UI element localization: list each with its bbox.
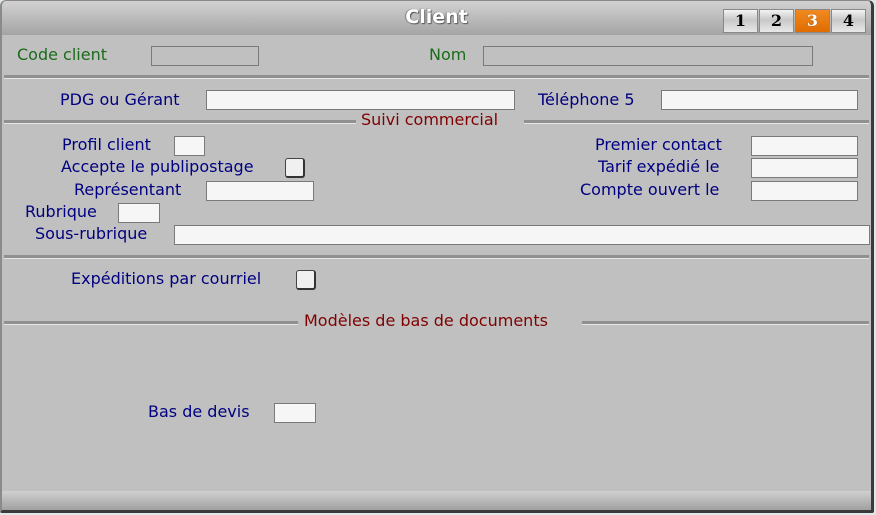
title-bar[interactable]: Client 1 2 3 4 <box>2 1 871 35</box>
tab-3[interactable]: 3 <box>795 9 830 33</box>
tarif-expedie-label: Tarif expédié le <box>598 157 720 176</box>
suivi-commercial-title: Suivi commercial <box>361 110 499 129</box>
compte-ouvert-field[interactable] <box>751 181 858 201</box>
code-client-label: Code client <box>17 45 107 64</box>
nom-field[interactable] <box>483 46 813 66</box>
sous-rubrique-field[interactable] <box>174 225 870 245</box>
compte-ouvert-label: Compte ouvert le <box>580 180 720 199</box>
telephone5-field[interactable] <box>661 90 858 110</box>
bas-devis-label: Bas de devis <box>148 402 250 421</box>
suivi-divider-left <box>4 120 356 124</box>
page-tabs: 1 2 3 4 <box>723 9 866 33</box>
publipostage-checkbox[interactable] <box>285 158 305 178</box>
representant-field[interactable] <box>206 181 314 201</box>
header-divider <box>4 75 869 79</box>
window-footer <box>2 491 871 510</box>
courriel-label: Expéditions par courriel <box>71 269 262 288</box>
profil-client-label: Profil client <box>62 135 151 154</box>
window-title: Client <box>405 6 468 28</box>
nom-label: Nom <box>429 45 467 64</box>
suivi-divider-right <box>524 120 869 124</box>
modeles-title: Modèles de bas de documents <box>304 311 548 330</box>
pdg-field[interactable] <box>206 90 515 110</box>
modeles-divider-right <box>582 321 869 325</box>
code-client-field[interactable] <box>151 46 259 66</box>
courriel-checkbox[interactable] <box>296 270 316 290</box>
rubrique-label: Rubrique <box>25 202 97 221</box>
rubrique-field[interactable] <box>118 203 160 223</box>
bas-devis-field[interactable] <box>274 403 316 423</box>
expeditions-divider <box>4 255 869 259</box>
sous-rubrique-label: Sous-rubrique <box>35 224 148 243</box>
pdg-label: PDG ou Gérant <box>60 90 180 109</box>
premier-contact-label: Premier contact <box>595 135 722 154</box>
modeles-divider-left <box>4 321 298 325</box>
telephone5-label: Téléphone 5 <box>538 90 635 109</box>
premier-contact-field[interactable] <box>751 136 858 156</box>
tab-4[interactable]: 4 <box>831 9 866 33</box>
representant-label: Représentant <box>74 180 182 199</box>
tarif-expedie-field[interactable] <box>751 158 858 178</box>
profil-client-field[interactable] <box>174 136 205 156</box>
tab-1[interactable]: 1 <box>723 9 758 33</box>
client-window: Client 1 2 3 4 Code client Nom PDG ou Gé… <box>0 0 874 513</box>
tab-2[interactable]: 2 <box>759 9 794 33</box>
publipostage-label: Accepte le publipostage <box>61 157 254 176</box>
